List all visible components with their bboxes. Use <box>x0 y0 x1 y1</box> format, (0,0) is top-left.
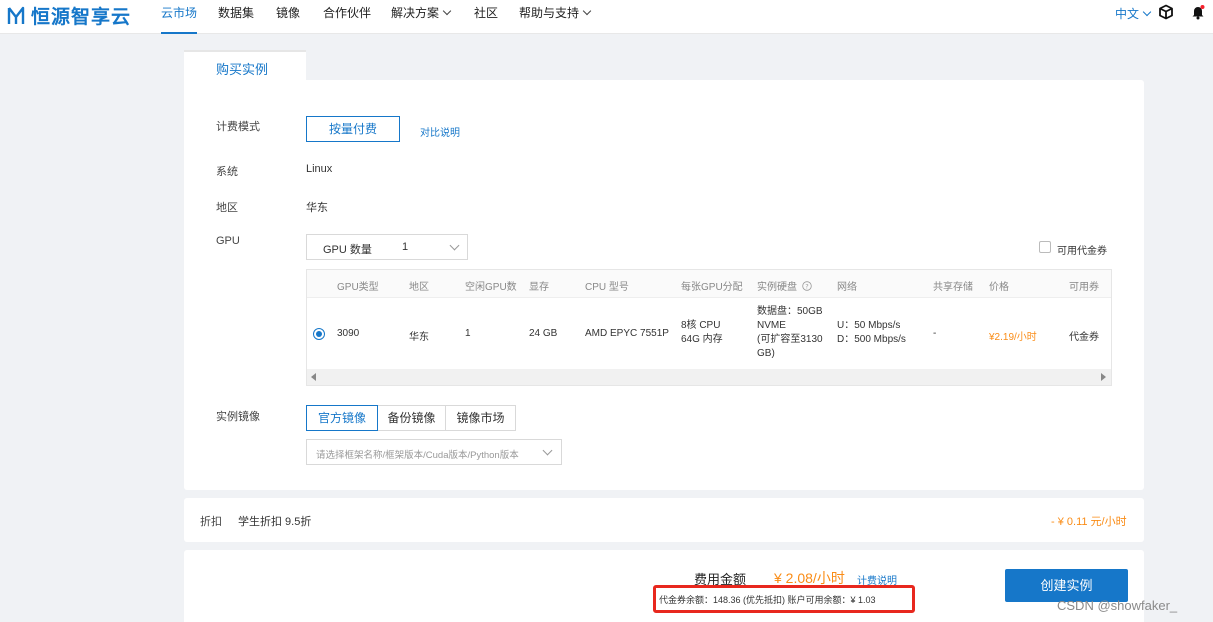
nav-datasets[interactable]: 数据集 <box>218 5 254 34</box>
svg-text:?: ? <box>805 282 808 290</box>
chevron-down-icon <box>442 6 452 16</box>
cell-disk-3: (可扩容至3130 <box>757 334 823 345</box>
pay-as-you-go-button[interactable]: 按量付费 <box>306 116 400 142</box>
cell-free: 1 <box>465 328 471 339</box>
help-icon[interactable]: ? <box>802 281 812 291</box>
chevron-down-icon <box>449 240 460 251</box>
cell-net-up: U：50 Mbps/s <box>837 320 901 331</box>
th-free-gpu: 空闲GPU数 <box>465 282 517 293</box>
scroll-right-icon[interactable] <box>1101 373 1106 381</box>
chevron-down-icon <box>1142 7 1152 17</box>
chevron-down-icon <box>582 6 592 16</box>
th-cpu-model: CPU 型号 <box>585 282 629 293</box>
voucher-checkbox-label: 可用代金券 <box>1057 246 1107 257</box>
framework-select-placeholder: 请选择框架名称/框架版本/Cuda版本/Python版本 <box>316 450 519 461</box>
th-region: 地区 <box>409 282 429 293</box>
image-label: 实例镜像 <box>216 411 260 423</box>
framework-select[interactable]: 请选择框架名称/框架版本/Cuda版本/Python版本 <box>306 439 562 465</box>
watermark: CSDN @showfaker_ <box>1057 598 1178 613</box>
cell-cpu-model: AMD EPYC 7551P <box>585 328 669 339</box>
highlight-box <box>653 585 915 613</box>
discount-text: 学生折扣 9.5折 <box>238 516 312 528</box>
cell-net-down: D：500 Mbps/s <box>837 334 906 345</box>
tab-official-image[interactable]: 官方镜像 <box>306 405 378 431</box>
cell-disk-2: NVME <box>757 320 786 331</box>
cell-region: 华东 <box>409 332 429 343</box>
cell-price: ¥2.19/小时 <box>989 332 1037 343</box>
logo[interactable]: 恒源智享云 <box>6 2 131 29</box>
th-gpu-alloc: 每张GPU分配 <box>681 282 743 293</box>
cube-icon[interactable] <box>1158 4 1174 20</box>
logo-icon <box>7 6 25 24</box>
cell-vram: 24 GB <box>529 328 558 339</box>
logo-text: 恒源智享云 <box>31 7 132 28</box>
nav-cloud-market[interactable]: 云市场 <box>161 5 198 34</box>
cell-disk-1: 数据盘：50GB <box>757 306 823 317</box>
voucher-checkbox[interactable] <box>1039 241 1051 253</box>
nav-community[interactable]: 社区 <box>474 5 498 34</box>
gpu-label: GPU <box>216 235 240 247</box>
tab-buy-instance-label: 购买实例 <box>216 62 269 77</box>
compare-link[interactable]: 对比说明 <box>420 124 460 139</box>
gpu-count-value: 1 <box>402 241 409 253</box>
nav-help-label: 帮助与支持 <box>519 6 580 20</box>
tab-buy-instance[interactable]: 购买实例 <box>184 50 306 82</box>
nav-partners[interactable]: 合作伙伴 <box>323 5 371 34</box>
table-header: GPU类型 地区 空闲GPU数 显存 CPU 型号 每张GPU分配 实例硬盘 ?… <box>307 270 1111 298</box>
nav-solutions-label: 解决方案 <box>391 6 440 20</box>
th-network: 网络 <box>837 282 857 293</box>
gpu-table: GPU类型 地区 空闲GPU数 显存 CPU 型号 每张GPU分配 实例硬盘 ?… <box>306 269 1112 386</box>
billing-mode-label: 计费模式 <box>216 121 260 133</box>
chevron-down-icon <box>542 445 553 456</box>
th-price: 价格 <box>989 282 1009 293</box>
discount-card <box>184 498 1144 542</box>
horizontal-scrollbar[interactable] <box>307 369 1111 385</box>
cell-shared: - <box>933 328 937 339</box>
tab-image-market[interactable]: 镜像市场 <box>445 405 516 431</box>
discount-label: 折扣 <box>200 516 222 528</box>
th-vram: 显存 <box>529 282 549 293</box>
th-gpu-type: GPU类型 <box>337 282 379 293</box>
discount-amount: - ¥ 0.11 元/小时 <box>1051 516 1127 528</box>
scroll-left-icon[interactable] <box>311 373 316 381</box>
gpu-count-label: GPU 数量 <box>323 244 372 256</box>
th-voucher: 可用券 <box>1069 282 1099 293</box>
nav-images[interactable]: 镜像 <box>276 5 300 34</box>
cell-alloc-mem: 64G 内存 <box>681 334 723 345</box>
cell-alloc-cpu: 8核 CPU <box>681 320 721 331</box>
language-label: 中文 <box>1115 7 1140 21</box>
top-navbar: 恒源智享云 云市场 数据集 镜像 合作伙伴 解决方案 社区 帮助与支持 中文 <box>0 0 1213 34</box>
cell-voucher: 代金券 <box>1069 332 1099 343</box>
gpu-count-select[interactable]: GPU 数量 1 <box>306 234 468 260</box>
th-disk-label: 实例硬盘 <box>757 282 797 293</box>
th-disk: 实例硬盘 ? <box>757 278 812 293</box>
bell-icon[interactable] <box>1190 4 1206 20</box>
nav-solutions[interactable]: 解决方案 <box>391 5 452 34</box>
language-switcher[interactable]: 中文 <box>1115 5 1152 22</box>
cell-disk-4: GB) <box>757 348 775 359</box>
system-label: 系统 <box>216 166 238 178</box>
tab-backup-image[interactable]: 备份镜像 <box>377 405 446 431</box>
th-shared-storage: 共享存储 <box>933 282 973 293</box>
row-radio[interactable] <box>313 328 325 340</box>
nav-help[interactable]: 帮助与支持 <box>519 5 592 34</box>
system-value: Linux <box>306 163 333 175</box>
cell-gpu-type: 3090 <box>337 328 360 339</box>
region-value: 华东 <box>306 202 328 214</box>
region-label: 地区 <box>216 202 238 214</box>
